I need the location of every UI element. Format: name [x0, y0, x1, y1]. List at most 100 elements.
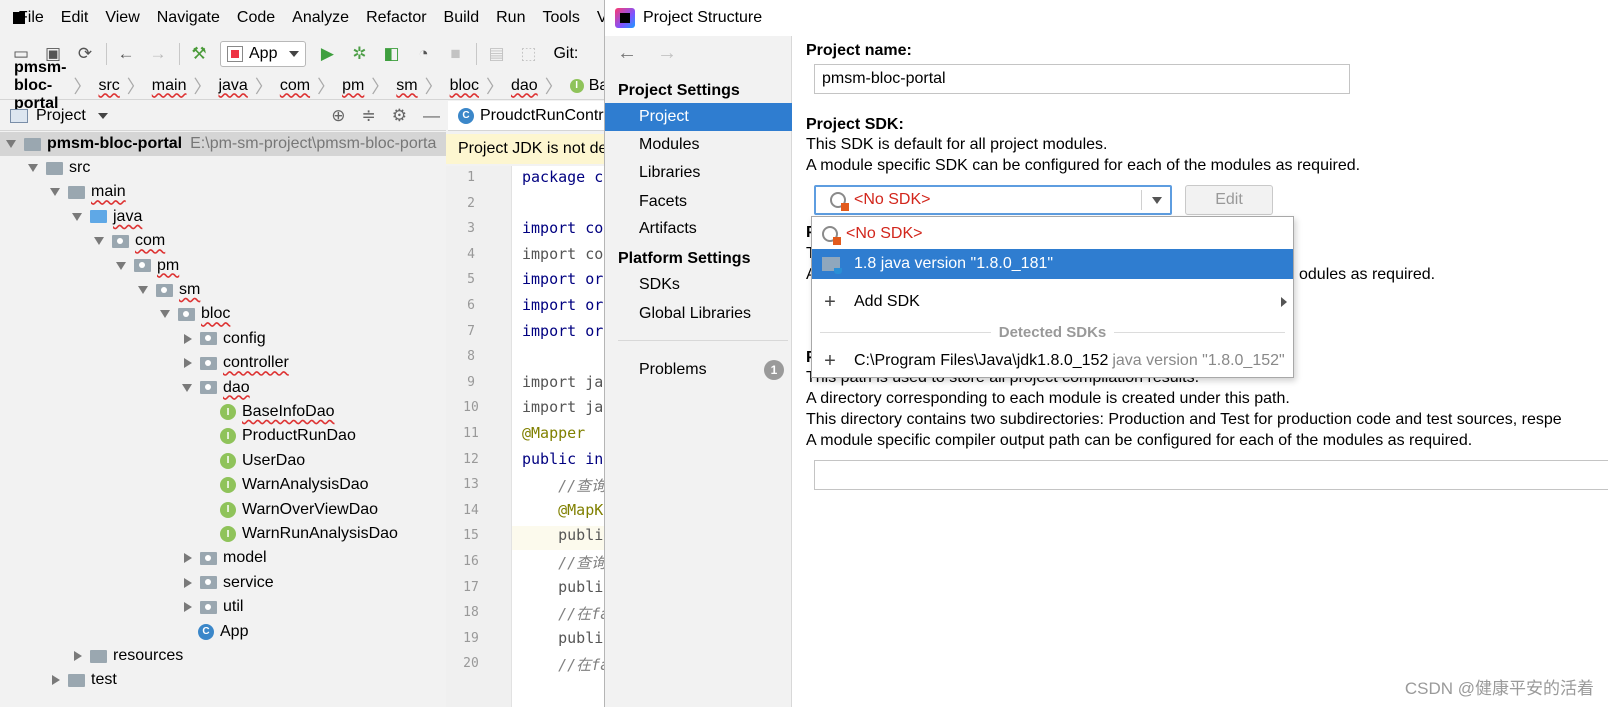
- chevron-down-icon[interactable]: [97, 112, 108, 119]
- minimize-icon[interactable]: —: [423, 106, 440, 126]
- tree-item[interactable]: sm: [0, 278, 446, 302]
- nav-item-project[interactable]: Project: [605, 103, 792, 131]
- tree-item[interactable]: src: [0, 156, 446, 180]
- tree-item[interactable]: bloc: [0, 302, 446, 326]
- expand-arrow-icon[interactable]: [184, 333, 192, 344]
- tree-item[interactable]: I UserDao: [0, 449, 446, 473]
- expand-arrow-icon[interactable]: [28, 164, 38, 172]
- nav-item-artifacts[interactable]: Artifacts: [605, 215, 792, 243]
- add-sdk-menu[interactable]: + Add SDK: [812, 287, 1293, 317]
- sdk-option-label: <No SDK>: [846, 225, 923, 242]
- stop-icon[interactable]: ■: [444, 43, 466, 65]
- menu-run[interactable]: Run: [496, 9, 525, 27]
- breadcrumb-item[interactable]: bloc 〉: [450, 73, 511, 99]
- nav-item-facets[interactable]: Facets: [605, 188, 792, 216]
- tree-item[interactable]: model: [0, 546, 446, 570]
- tree-item[interactable]: controller: [0, 351, 446, 375]
- menu-analyze[interactable]: Analyze: [292, 9, 349, 27]
- tree-item[interactable]: config: [0, 327, 446, 351]
- breadcrumb-item[interactable]: com 〉: [280, 73, 342, 99]
- project-panel-title[interactable]: Project: [36, 107, 86, 125]
- tree-item-label: UserDao: [242, 451, 306, 469]
- nav-item-problems[interactable]: Problems 1: [605, 356, 792, 384]
- tree-item[interactable]: java: [0, 205, 446, 229]
- project-name-input[interactable]: pmsm-bloc-portal: [814, 64, 1350, 94]
- detected-sdk-option[interactable]: + C:\Program Files\Java\jdk1.8.0_152 jav…: [812, 346, 1293, 376]
- tree-item[interactable]: I WarnRunAnalysisDao: [0, 522, 446, 546]
- menu-refactor[interactable]: Refactor: [366, 9, 426, 27]
- edit-sdk-button[interactable]: Edit: [1185, 185, 1273, 215]
- menu-navigate[interactable]: Navigate: [157, 9, 220, 27]
- expand-arrow-icon[interactable]: [74, 651, 82, 661]
- line-number: 12: [463, 451, 479, 467]
- collapse-all-icon[interactable]: ≑: [362, 106, 376, 126]
- coverage-icon[interactable]: ◧: [380, 43, 402, 65]
- forward-arrow-icon[interactable]: →: [147, 43, 169, 65]
- tree-item[interactable]: util: [0, 595, 446, 619]
- tree-item[interactable]: I BaseInfoDao: [0, 400, 446, 424]
- sdk-option-no-sdk[interactable]: <No SDK>: [812, 219, 1293, 249]
- breadcrumb-item[interactable]: dao 〉: [511, 73, 570, 99]
- tree-item[interactable]: main: [0, 180, 446, 204]
- detected-sdks-header: Detected SDKs: [812, 320, 1293, 344]
- breadcrumb-item[interactable]: pm 〉: [342, 73, 396, 99]
- tree-item[interactable]: com: [0, 229, 446, 253]
- sdk-option-java-18[interactable]: 1.8 java version "1.8.0_181": [812, 249, 1293, 279]
- nav-item-sdks[interactable]: SDKs: [605, 271, 792, 299]
- expand-arrow-icon[interactable]: [116, 261, 126, 270]
- breadcrumb-item[interactable]: main 〉: [152, 73, 219, 99]
- tree-item[interactable]: I WarnAnalysisDao: [0, 473, 446, 497]
- run-config-selector[interactable]: App: [220, 41, 307, 67]
- tree-item[interactable]: pm: [0, 254, 446, 278]
- vcs-update-icon[interactable]: ⬚: [517, 43, 539, 65]
- tree-item[interactable]: I WarnOverViewDao: [0, 498, 446, 522]
- nav-item-modules[interactable]: Modules: [605, 131, 792, 159]
- expand-arrow-icon[interactable]: [50, 188, 60, 197]
- forward-arrow-icon[interactable]: →: [657, 42, 677, 65]
- compiler-output-input[interactable]: [814, 460, 1608, 490]
- expand-arrow-icon[interactable]: [160, 310, 170, 319]
- build-hammer-icon[interactable]: ⚒: [188, 43, 210, 65]
- tree-item[interactable]: C App: [0, 620, 446, 644]
- tree-item[interactable]: I ProductRunDao: [0, 424, 446, 448]
- code-line: import jav: [522, 398, 613, 417]
- breadcrumb-item[interactable]: src 〉: [98, 73, 151, 99]
- expand-arrow-icon[interactable]: [184, 553, 192, 564]
- tree-item[interactable]: resources: [0, 644, 446, 668]
- nav-item-global-libraries[interactable]: Global Libraries: [605, 300, 792, 328]
- expand-arrow-icon[interactable]: [52, 675, 60, 686]
- editor-tab[interactable]: C ProudctRunContr: [448, 101, 620, 131]
- expand-arrow-icon[interactable]: [184, 358, 192, 369]
- gear-icon[interactable]: ⚙: [392, 106, 407, 126]
- expand-arrow-icon[interactable]: [94, 237, 104, 246]
- expand-arrow-icon[interactable]: [184, 602, 192, 613]
- menu-view[interactable]: View: [105, 9, 139, 27]
- menu-bar: File Edit View Navigate Code Analyze Ref…: [0, 0, 620, 36]
- menu-edit[interactable]: Edit: [61, 9, 89, 27]
- tree-item[interactable]: test: [0, 668, 446, 692]
- breadcrumb-item[interactable]: java 〉: [218, 73, 279, 99]
- expand-arrow-icon[interactable]: [182, 383, 192, 392]
- back-arrow-icon[interactable]: ←: [115, 43, 137, 65]
- menu-build[interactable]: Build: [444, 9, 480, 27]
- attach-icon[interactable]: ▤: [485, 43, 507, 65]
- run-icon[interactable]: ▶: [316, 43, 338, 65]
- expand-arrow-icon[interactable]: [72, 212, 82, 221]
- menu-tools[interactable]: Tools: [542, 9, 579, 27]
- dialog-title-bar[interactable]: Project Structure: [605, 0, 1608, 36]
- debug-icon[interactable]: ✲: [348, 43, 370, 65]
- tree-item[interactable]: service: [0, 571, 446, 595]
- tree-item[interactable]: dao: [0, 376, 446, 400]
- expand-arrow-icon[interactable]: [6, 140, 16, 148]
- back-arrow-icon[interactable]: ←: [617, 42, 637, 65]
- project-sdk-dropdown[interactable]: <No SDK>: [814, 185, 1172, 215]
- breadcrumb-item[interactable]: sm 〉: [396, 73, 449, 99]
- menu-code[interactable]: Code: [237, 9, 275, 27]
- code-line: @MapKe: [522, 500, 613, 519]
- locate-icon[interactable]: ⊕: [331, 106, 345, 126]
- nav-item-libraries[interactable]: Libraries: [605, 159, 792, 187]
- tree-root[interactable]: pmsm-bloc-portal E:\pm-sm-project\pmsm-b…: [0, 132, 446, 156]
- expand-arrow-icon[interactable]: [138, 286, 148, 294]
- profile-icon[interactable]: ◔: [412, 43, 434, 65]
- expand-arrow-icon[interactable]: [184, 577, 192, 588]
